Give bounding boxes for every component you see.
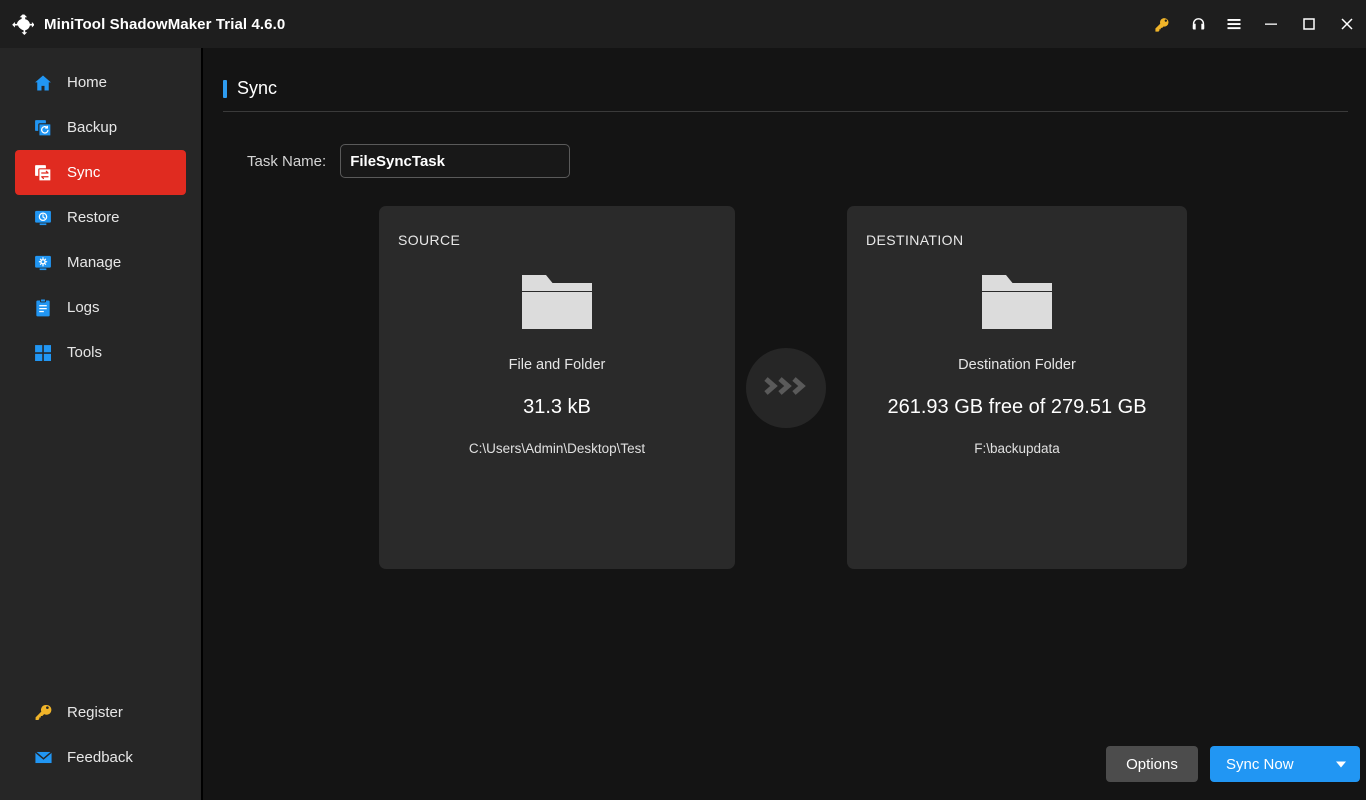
task-name-row: Task Name: [203, 112, 1366, 178]
title-bar-left: MiniTool ShadowMaker Trial 4.6.0 [12, 13, 285, 35]
sidebar-bottom-nav: Register Feedback [0, 690, 201, 800]
destination-panel-body: Destination Folder 261.93 GB free of 279… [847, 248, 1187, 456]
menu-icon[interactable] [1216, 0, 1252, 48]
sidebar-item-label: Tools [67, 344, 103, 361]
sidebar-item-register[interactable]: Register [15, 690, 186, 735]
sync-now-button[interactable]: Sync Now [1210, 746, 1360, 782]
triple-chevron-right-icon [762, 374, 810, 403]
task-name-input[interactable] [340, 144, 571, 178]
headset-icon[interactable] [1180, 0, 1216, 48]
sidebar-item-logs[interactable]: Logs [15, 285, 186, 330]
sidebar-item-label: Restore [67, 209, 120, 226]
sidebar-item-feedback[interactable]: Feedback [15, 735, 186, 780]
maximize-icon[interactable] [1290, 0, 1328, 48]
source-panel-body: File and Folder 31.3 kB C:\Users\Admin\D… [379, 248, 735, 456]
footer-actions: Options Sync Now [1106, 746, 1360, 782]
source-panel-kicker: SOURCE [398, 232, 461, 248]
sidebar-item-label: Manage [67, 254, 122, 271]
folder-icon [980, 271, 1054, 333]
home-icon [33, 73, 53, 93]
title-bar: MiniTool ShadowMaker Trial 4.6.0 [0, 0, 1366, 48]
sidebar-item-label: Logs [67, 299, 100, 316]
sidebar-item-label: Feedback [67, 749, 133, 766]
manage-icon [33, 253, 53, 273]
source-path-label: C:\Users\Admin\Desktop\Test [468, 441, 646, 456]
envelope-icon [33, 748, 53, 768]
sync-arrows-logo-icon [12, 13, 34, 35]
page-title-row: Sync [223, 78, 1348, 111]
title-accent-bar [223, 79, 227, 98]
source-size-label: 31.3 kB [523, 396, 591, 418]
sidebar-item-manage[interactable]: Manage [15, 240, 186, 285]
sidebar-item-label: Backup [67, 119, 118, 136]
tools-icon [33, 343, 53, 363]
key-icon [33, 703, 53, 723]
sidebar-item-tools[interactable]: Tools [15, 330, 186, 375]
sidebar: Home Backup Sync Restore Manage Logs Too… [0, 48, 203, 800]
restore-icon [33, 208, 53, 228]
sidebar-item-label: Sync [67, 164, 101, 181]
panels-area: SOURCE File and Folder 31.3 kB C:\Users\… [203, 206, 1366, 800]
destination-size-label: 261.93 GB free of 279.51 GB [887, 396, 1147, 418]
main-content: Sync Task Name: SOURCE [203, 48, 1366, 800]
minimize-icon[interactable] [1252, 0, 1290, 48]
sidebar-item-backup[interactable]: Backup [15, 105, 186, 150]
sidebar-item-sync[interactable]: Sync [15, 150, 186, 195]
window-controls [1144, 0, 1366, 48]
page-title: Sync [237, 78, 278, 98]
source-type-label: File and Folder [508, 357, 606, 373]
sync-icon [33, 163, 53, 183]
destination-type-label: Destination Folder [958, 357, 1076, 373]
logs-icon [33, 298, 53, 318]
transfer-direction-indicator [746, 348, 826, 428]
page-header: Sync [203, 48, 1348, 112]
close-icon[interactable] [1328, 0, 1366, 48]
sidebar-item-label: Home [67, 74, 108, 91]
source-panel[interactable]: SOURCE File and Folder 31.3 kB C:\Users\… [379, 206, 735, 569]
destination-path-label: F:\backupdata [974, 441, 1060, 456]
window-title: MiniTool ShadowMaker Trial 4.6.0 [44, 15, 286, 33]
backup-icon [33, 118, 53, 138]
sidebar-item-label: Register [67, 704, 123, 721]
body: Home Backup Sync Restore Manage Logs Too… [0, 48, 1366, 800]
caret-down-icon[interactable] [1336, 756, 1346, 773]
task-name-label: Task Name: [247, 152, 327, 170]
destination-panel-kicker: DESTINATION [866, 232, 964, 248]
sidebar-item-home[interactable]: Home [15, 60, 186, 105]
destination-panel[interactable]: DESTINATION Destination Folder 261.93 GB… [847, 206, 1187, 569]
folder-icon [520, 271, 594, 333]
key-icon[interactable] [1144, 0, 1180, 48]
options-button[interactable]: Options [1106, 746, 1198, 782]
sync-now-label: Sync Now [1226, 755, 1294, 773]
app-window: MiniTool ShadowMaker Trial 4.6.0 Home Ba… [0, 0, 1366, 800]
sidebar-item-restore[interactable]: Restore [15, 195, 186, 240]
sidebar-nav: Home Backup Sync Restore Manage Logs Too… [0, 60, 201, 375]
